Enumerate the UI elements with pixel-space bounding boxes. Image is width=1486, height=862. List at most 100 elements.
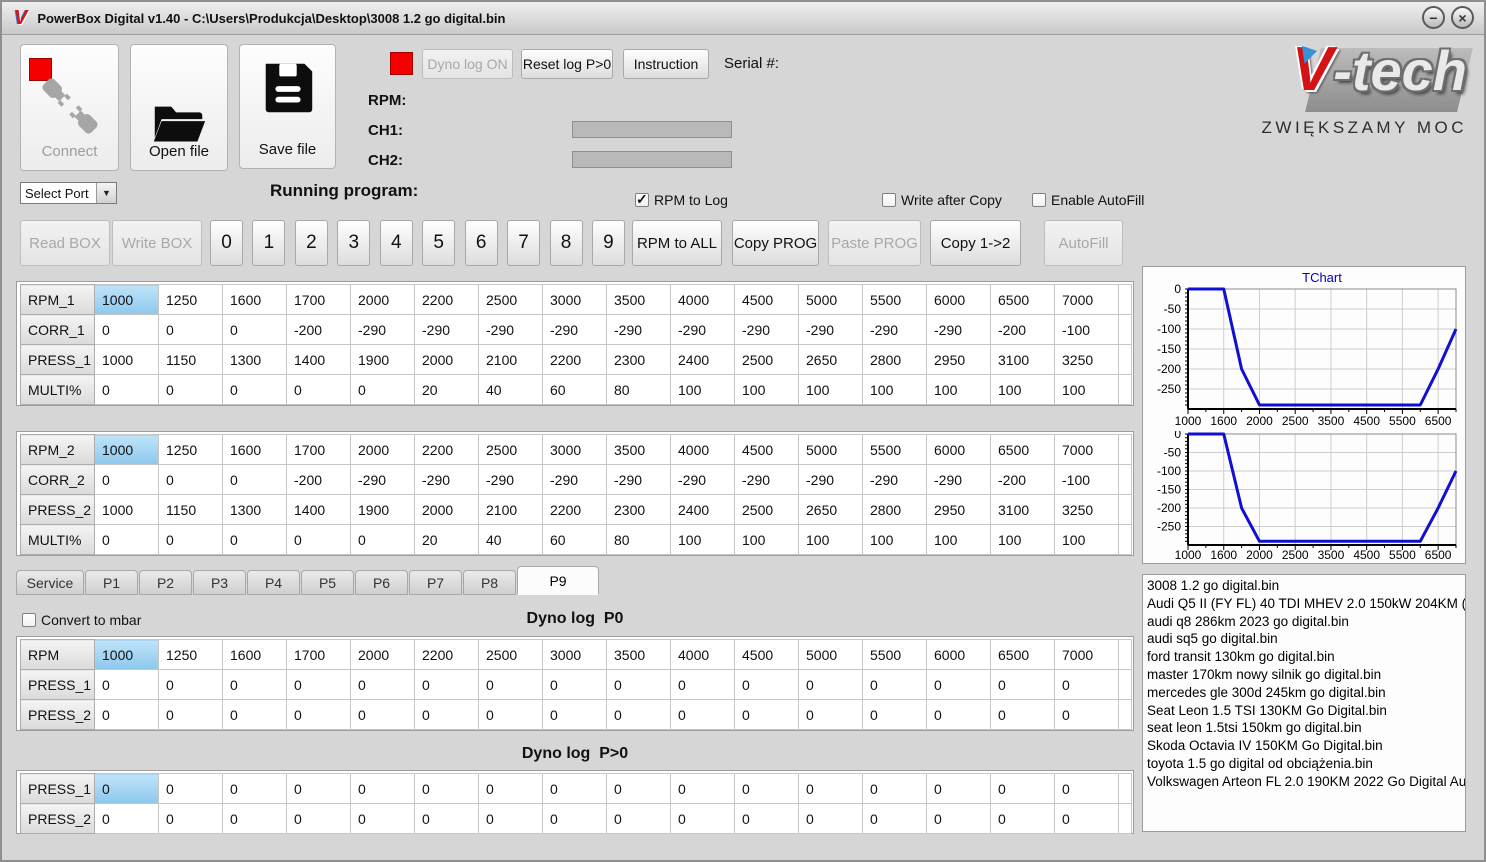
- data-cell[interactable]: 2950: [926, 344, 991, 375]
- file-item[interactable]: audi sq5 go digital.bin: [1147, 630, 1465, 648]
- data-cell[interactable]: -100: [1054, 314, 1119, 345]
- data-cell[interactable]: 100: [862, 374, 927, 405]
- data-cell[interactable]: 0: [286, 374, 351, 405]
- data-cell[interactable]: 2400: [670, 344, 735, 375]
- data-cell[interactable]: 0: [158, 669, 223, 700]
- data-cell[interactable]: 0: [798, 669, 863, 700]
- data-cell[interactable]: -290: [734, 314, 799, 345]
- data-cell[interactable]: 0: [94, 314, 159, 345]
- file-item[interactable]: ford transit 130km go digital.bin: [1147, 648, 1465, 666]
- data-cell[interactable]: 2300: [606, 494, 671, 525]
- chevron-down-icon[interactable]: ▼: [96, 183, 116, 203]
- data-cell[interactable]: 1000: [94, 494, 159, 525]
- data-cell[interactable]: 4500: [734, 284, 799, 315]
- data-cell[interactable]: 1000: [94, 344, 159, 375]
- data-cell[interactable]: 100: [734, 374, 799, 405]
- data-cell[interactable]: 1600: [222, 434, 287, 465]
- data-cell[interactable]: -290: [350, 464, 415, 495]
- data-cell[interactable]: 1250: [158, 434, 223, 465]
- data-cell[interactable]: 0: [94, 374, 159, 405]
- data-cell[interactable]: 4000: [670, 284, 735, 315]
- data-cell[interactable]: 1000: [94, 434, 159, 465]
- data-cell[interactable]: 1600: [222, 284, 287, 315]
- select-port-dropdown[interactable]: Select Port ▼: [20, 182, 117, 204]
- program-button-8[interactable]: 8: [549, 220, 583, 266]
- data-cell[interactable]: 2500: [478, 284, 543, 315]
- tab-p3[interactable]: P3: [193, 570, 246, 595]
- data-cell[interactable]: 0: [862, 803, 927, 834]
- data-cell[interactable]: -290: [734, 464, 799, 495]
- data-cell[interactable]: 0: [606, 803, 671, 834]
- data-cell[interactable]: 2200: [414, 284, 479, 315]
- data-cell[interactable]: 1300: [222, 494, 287, 525]
- data-cell[interactable]: 20: [414, 374, 479, 405]
- data-cell[interactable]: 2500: [478, 639, 543, 670]
- data-cell[interactable]: 0: [414, 669, 479, 700]
- data-cell[interactable]: 0: [542, 699, 607, 730]
- file-item[interactable]: toyota 1.5 go digital od obciążenia.bin: [1147, 755, 1465, 773]
- data-cell[interactable]: 0: [1054, 773, 1119, 804]
- data-cell[interactable]: -100: [1054, 464, 1119, 495]
- open-file-button[interactable]: Open file: [130, 44, 228, 171]
- data-cell[interactable]: 0: [158, 773, 223, 804]
- data-cell[interactable]: 1900: [350, 494, 415, 525]
- data-cell[interactable]: 0: [222, 803, 287, 834]
- data-cell[interactable]: 4000: [670, 639, 735, 670]
- data-cell[interactable]: 6000: [926, 284, 991, 315]
- file-item[interactable]: audi q8 286km 2023 go digital.bin: [1147, 613, 1465, 631]
- close-button[interactable]: ×: [1451, 6, 1474, 29]
- data-cell[interactable]: 0: [158, 803, 223, 834]
- data-cell[interactable]: 1000: [94, 639, 159, 670]
- data-cell[interactable]: 0: [158, 314, 223, 345]
- data-cell[interactable]: 0: [350, 524, 415, 555]
- program-button-0[interactable]: 0: [210, 220, 243, 266]
- data-cell[interactable]: 1600: [222, 639, 287, 670]
- data-cell[interactable]: 0: [222, 314, 287, 345]
- data-cell[interactable]: 0: [926, 773, 991, 804]
- data-cell[interactable]: 0: [926, 669, 991, 700]
- data-cell[interactable]: 40: [478, 374, 543, 405]
- file-item[interactable]: 3008 1.2 go digital.bin: [1147, 577, 1465, 595]
- data-cell[interactable]: 0: [94, 773, 159, 804]
- data-cell[interactable]: 2500: [734, 494, 799, 525]
- file-item[interactable]: Audi Q5 II (FY FL) 40 TDI MHEV 2.0 150kW…: [1147, 595, 1465, 613]
- data-cell[interactable]: 3500: [606, 284, 671, 315]
- data-cell[interactable]: 6500: [990, 639, 1055, 670]
- data-cell[interactable]: 3250: [1054, 494, 1119, 525]
- data-cell[interactable]: 2500: [734, 344, 799, 375]
- rpm-to-log-checkbox-box[interactable]: [635, 191, 649, 208]
- data-cell[interactable]: 0: [734, 699, 799, 730]
- data-cell[interactable]: 7000: [1054, 434, 1119, 465]
- data-cell[interactable]: 100: [798, 374, 863, 405]
- data-cell[interactable]: -290: [670, 464, 735, 495]
- connect-button[interactable]: Connect: [20, 44, 119, 171]
- tab-p8[interactable]: P8: [463, 570, 516, 595]
- reset-log-button[interactable]: Reset log P>0: [521, 49, 613, 79]
- data-cell[interactable]: 60: [542, 524, 607, 555]
- data-cell[interactable]: 1900: [350, 344, 415, 375]
- data-cell[interactable]: 7000: [1054, 639, 1119, 670]
- data-cell[interactable]: 5500: [862, 639, 927, 670]
- program-button-7[interactable]: 7: [507, 220, 541, 266]
- program-button-9[interactable]: 9: [591, 220, 625, 266]
- data-cell[interactable]: 0: [222, 524, 287, 555]
- data-cell[interactable]: 0: [222, 773, 287, 804]
- data-cell[interactable]: -290: [414, 464, 479, 495]
- data-cell[interactable]: 0: [158, 464, 223, 495]
- data-cell[interactable]: 0: [606, 773, 671, 804]
- data-cell[interactable]: 3000: [542, 639, 607, 670]
- data-cell[interactable]: 0: [414, 803, 479, 834]
- data-cell[interactable]: 0: [414, 699, 479, 730]
- data-cell[interactable]: 100: [1054, 374, 1119, 405]
- data-cell[interactable]: -290: [926, 464, 991, 495]
- data-cell[interactable]: 3500: [606, 639, 671, 670]
- data-cell[interactable]: 0: [350, 699, 415, 730]
- data-cell[interactable]: 0: [798, 773, 863, 804]
- data-cell[interactable]: 20: [414, 524, 479, 555]
- data-cell[interactable]: -290: [478, 314, 543, 345]
- data-cell[interactable]: 2000: [414, 344, 479, 375]
- data-cell[interactable]: 0: [350, 669, 415, 700]
- data-cell[interactable]: 0: [286, 803, 351, 834]
- data-cell[interactable]: 1400: [286, 494, 351, 525]
- data-cell[interactable]: 7000: [1054, 284, 1119, 315]
